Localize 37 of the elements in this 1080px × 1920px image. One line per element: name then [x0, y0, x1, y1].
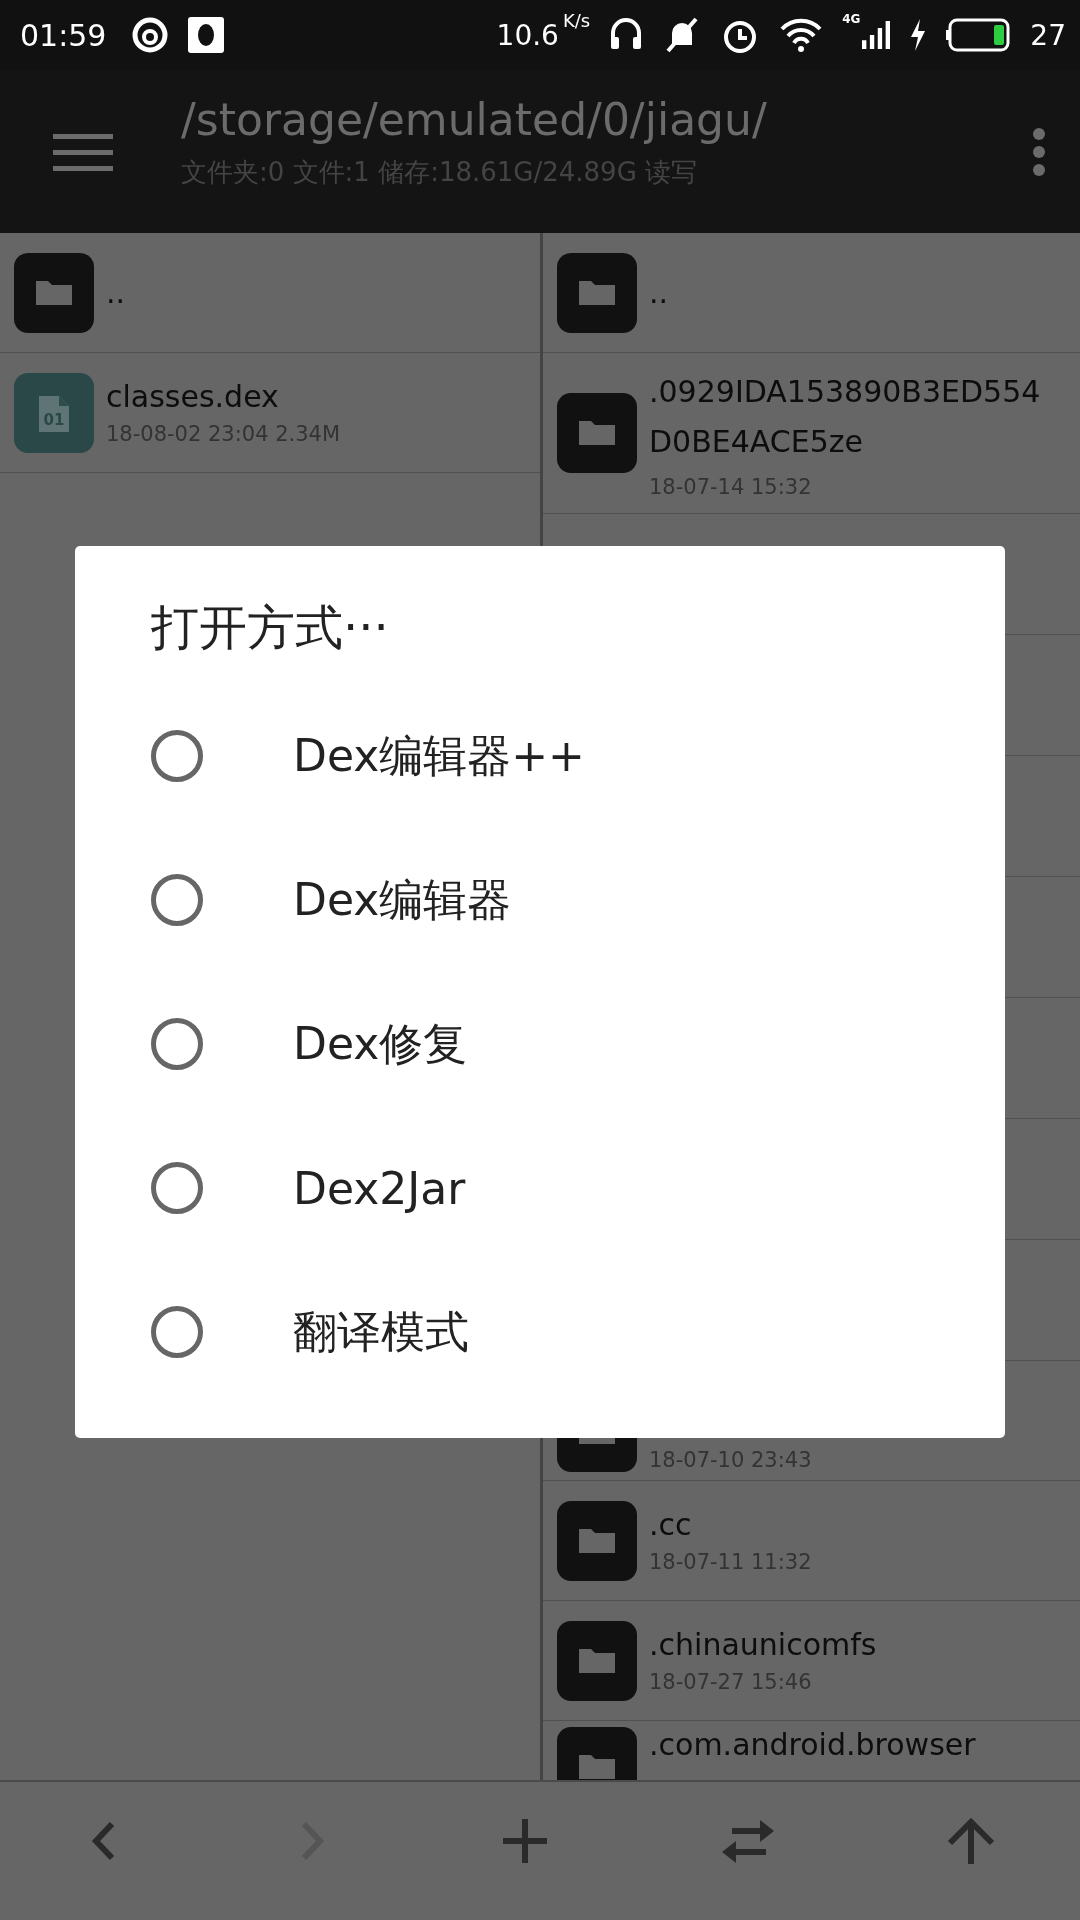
network-type: 4G: [842, 12, 861, 26]
menu-icon[interactable]: [53, 131, 113, 172]
folder-icon: [557, 252, 637, 333]
folder-icon: [557, 393, 637, 473]
file-name: classes.dex: [106, 379, 280, 414]
clock: 01:59: [20, 17, 107, 53]
folder-name: .cc: [649, 1507, 693, 1542]
radio-button[interactable]: [151, 1306, 203, 1358]
radio-button[interactable]: [151, 874, 203, 926]
app-option[interactable]: Dex修复: [151, 972, 1005, 1116]
more-icon[interactable]: [1032, 126, 1046, 177]
network-speed: 10.6: [496, 18, 559, 52]
speed-unit: K/s: [562, 10, 591, 31]
path-title: /storage/emulated/0/jiagu/: [181, 93, 768, 145]
radio-button[interactable]: [151, 1162, 203, 1214]
folder-icon: [14, 252, 94, 333]
dialog-title: 打开方式···: [151, 598, 390, 657]
plus-icon: [500, 1816, 550, 1866]
radio-button[interactable]: [151, 1018, 203, 1070]
battery-icon: [946, 17, 1013, 53]
app-option[interactable]: Dex编辑器: [151, 828, 1005, 972]
folder-icon: [557, 1500, 637, 1581]
file-name: ..: [106, 275, 126, 310]
battery-percent: 27: [1030, 18, 1066, 52]
document-icon: [39, 393, 69, 432]
radio-button[interactable]: [151, 730, 203, 782]
app-option[interactable]: Dex2Jar: [151, 1116, 1005, 1260]
folder-icon: [557, 1620, 637, 1701]
folder-name: ..: [649, 273, 670, 312]
up-arrow-icon: [946, 1816, 996, 1866]
app-option[interactable]: Dex编辑器++: [151, 684, 1005, 828]
app-option[interactable]: 翻译模式: [151, 1260, 1005, 1404]
folder-name: .chinaunicomfs: [649, 1627, 877, 1662]
folder-row[interactable]: ..: [543, 233, 1080, 353]
folder-name: .com.android.browser: [649, 1727, 976, 1762]
file-row[interactable]: ..: [0, 233, 540, 353]
folder-name: .0929IDA153890B3ED554D0BE4ACE5ze: [649, 373, 1042, 461]
